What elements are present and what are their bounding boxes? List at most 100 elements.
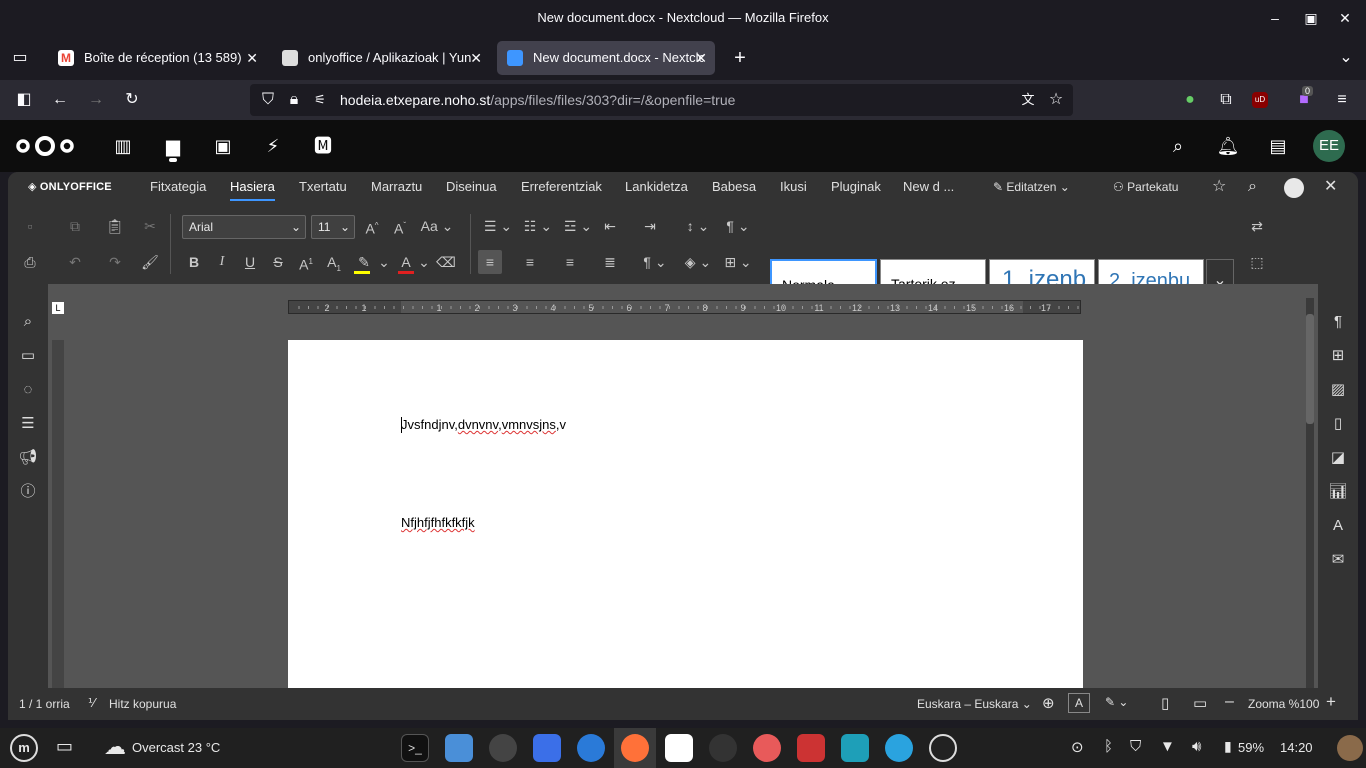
change-case-icon[interactable]: Aa ⌄: [420, 214, 454, 238]
wifi-icon[interactable]: ▼: [1160, 738, 1175, 755]
extension-icon[interactable]: ●: [1178, 88, 1202, 112]
menu-plugins[interactable]: Pluginak: [831, 172, 881, 208]
align-center-icon[interactable]: ≡: [518, 250, 542, 274]
contacts-icon[interactable]: ▤: [1266, 134, 1290, 158]
paragraph-settings-icon[interactable]: ¶: [1326, 310, 1350, 334]
reload-icon[interactable]: ↻: [120, 88, 144, 112]
firefox-icon[interactable]: [621, 734, 649, 762]
terminal-icon[interactable]: >_: [401, 734, 429, 762]
language-select[interactable]: Euskara – Euskara ⌄: [917, 697, 1032, 711]
screenshot-icon[interactable]: ⊙: [1071, 738, 1084, 756]
tab-gmail[interactable]: M Boîte de réception (13 589) ✕: [48, 41, 266, 75]
navigation-icon[interactable]: ☰: [16, 412, 40, 436]
photos-icon[interactable]: ▣: [211, 134, 235, 158]
globe-icon[interactable]: ⊕: [1042, 694, 1055, 712]
menu-view[interactable]: Ikusi: [780, 172, 807, 208]
zoom-level[interactable]: Zooma %100: [1248, 697, 1319, 711]
editor-search-icon[interactable]: ⌕: [1248, 172, 1257, 208]
borders-icon[interactable]: ⊞ ⌄: [720, 250, 756, 274]
menu-insert[interactable]: Txertatu: [299, 172, 347, 208]
delta-chat-icon[interactable]: [929, 734, 957, 762]
tab-onlyoffice-apps[interactable]: onlyoffice / Aplikazioak | Yun ✕: [272, 41, 490, 75]
print-icon[interactable]: ⎙: [18, 250, 42, 274]
translate-icon[interactable]: 文: [1016, 88, 1040, 112]
font-size-select[interactable]: 11 ⌄: [311, 215, 355, 239]
word-count[interactable]: Hitz kopurua: [109, 697, 176, 711]
zoom-out-icon[interactable]: –: [1225, 693, 1234, 711]
menu-references[interactable]: Erreferentziak: [521, 172, 602, 208]
start-menu-icon[interactable]: m: [10, 734, 38, 762]
page-count[interactable]: 1 / 1 orria: [19, 697, 70, 711]
kdenlive-icon[interactable]: [709, 734, 737, 762]
image-settings-icon[interactable]: ▨: [1326, 378, 1350, 402]
replace-icon[interactable]: ⇄: [1245, 214, 1269, 238]
menu-home[interactable]: Hasiera: [230, 172, 275, 208]
document-viewer-icon[interactable]: [665, 734, 693, 762]
paste-icon[interactable]: 📋︎: [103, 214, 127, 238]
search-icon[interactable]: ⌕: [1166, 134, 1190, 158]
zoom-in-icon[interactable]: +: [1326, 692, 1336, 712]
tab-stop-icon[interactable]: L: [52, 302, 64, 314]
shape-settings-icon[interactable]: ◪: [1326, 446, 1350, 470]
permissions-icon[interactable]: ⚟: [308, 88, 332, 112]
extensions-puzzle-icon[interactable]: ⧉: [1214, 88, 1238, 112]
menu-hamburger-icon[interactable]: ≡: [1330, 88, 1354, 112]
bold-icon[interactable]: B: [182, 250, 206, 274]
highlight-color-icon[interactable]: ✎: [352, 250, 376, 274]
bluetooth-icon[interactable]: ᛒ: [1104, 738, 1113, 755]
menu-collaboration[interactable]: Lankidetza: [625, 172, 688, 208]
tab-new-document[interactable]: New document.docx - Nextcloud ✕: [497, 41, 715, 75]
close-tab-icon[interactable]: ✕: [470, 41, 482, 75]
maximize-icon[interactable]: ▣: [1296, 0, 1326, 36]
menu-draw[interactable]: Marraztu: [371, 172, 422, 208]
activity-lightning-icon[interactable]: ⚡︎: [261, 134, 285, 158]
find-icon[interactable]: ⌕: [16, 310, 40, 334]
telegram-icon[interactable]: [885, 734, 913, 762]
favorite-star-icon[interactable]: ☆: [1212, 172, 1226, 208]
flag-app-icon[interactable]: [797, 734, 825, 762]
user-avatar[interactable]: [1337, 735, 1363, 761]
tab-overview-icon[interactable]: ▭: [8, 46, 32, 70]
close-editor-icon[interactable]: ✕: [1324, 172, 1337, 208]
justify-icon[interactable]: ≣: [598, 250, 622, 274]
close-tab-icon[interactable]: ✕: [695, 41, 707, 75]
multilevel-list-icon[interactable]: ☲ ⌄: [560, 214, 596, 238]
horizontal-ruler[interactable]: 211234567891011121314151617: [288, 300, 1081, 314]
font-name-select[interactable]: Arial ⌄: [182, 215, 306, 239]
lock-icon[interactable]: 🔒︎: [282, 88, 306, 112]
new-tab-icon[interactable]: +: [728, 46, 752, 70]
user-avatar[interactable]: [1284, 178, 1304, 198]
increase-font-icon[interactable]: A^: [360, 214, 384, 238]
word-count-icon[interactable]: ⅟: [88, 696, 95, 710]
textart-settings-icon[interactable]: A: [1326, 514, 1350, 538]
fit-width-icon[interactable]: ▭: [1193, 694, 1207, 712]
subscript-icon[interactable]: A1: [322, 250, 346, 274]
fit-page-icon[interactable]: ▯: [1161, 694, 1169, 712]
thunderbird-icon[interactable]: [577, 734, 605, 762]
document-page[interactable]: Jvsfndjnv,dvnvnv,vmnvsjns,v Nfjhfjfhfkfk…: [288, 340, 1083, 700]
shield-update-icon[interactable]: ⛉: [1130, 738, 1141, 755]
url-bar[interactable]: ⛉ 🔒︎ ⚟ hodeia.etxepare.noho.st/apps/file…: [250, 84, 1073, 116]
italic-icon[interactable]: I: [210, 250, 234, 274]
format-painter-icon[interactable]: 🖌︎: [138, 250, 162, 274]
notifications-bell-icon[interactable]: 🔔︎: [1216, 134, 1240, 158]
clear-formatting-icon[interactable]: ⌫: [434, 250, 458, 274]
battery-level[interactable]: 59%: [1238, 740, 1264, 755]
chevron-down-icon[interactable]: ⌄: [378, 250, 390, 274]
minimize-icon[interactable]: –: [1260, 0, 1290, 36]
bullets-icon[interactable]: ☰ ⌄: [480, 214, 516, 238]
shading-icon[interactable]: ◈ ⌄: [680, 250, 716, 274]
file-manager-icon[interactable]: [445, 734, 473, 762]
shield-icon[interactable]: ⛉: [256, 88, 280, 112]
avatar[interactable]: EE: [1313, 130, 1345, 162]
track-changes-icon[interactable]: ✎ ⌄: [1105, 695, 1128, 709]
decrease-font-icon[interactable]: Aˇ: [388, 214, 412, 238]
menu-new-plugin[interactable]: New d ...: [903, 172, 954, 208]
underline-icon[interactable]: U: [238, 250, 262, 274]
bookmark-star-icon[interactable]: ☆: [1044, 88, 1068, 112]
superscript-icon[interactable]: A1: [294, 250, 318, 274]
nextcloud-logo-icon[interactable]: [14, 134, 76, 158]
show-desktop-icon[interactable]: ▭: [56, 736, 73, 757]
volume-icon[interactable]: 🔊︎: [1192, 738, 1201, 755]
select-all-icon[interactable]: ⬚: [1245, 250, 1269, 274]
